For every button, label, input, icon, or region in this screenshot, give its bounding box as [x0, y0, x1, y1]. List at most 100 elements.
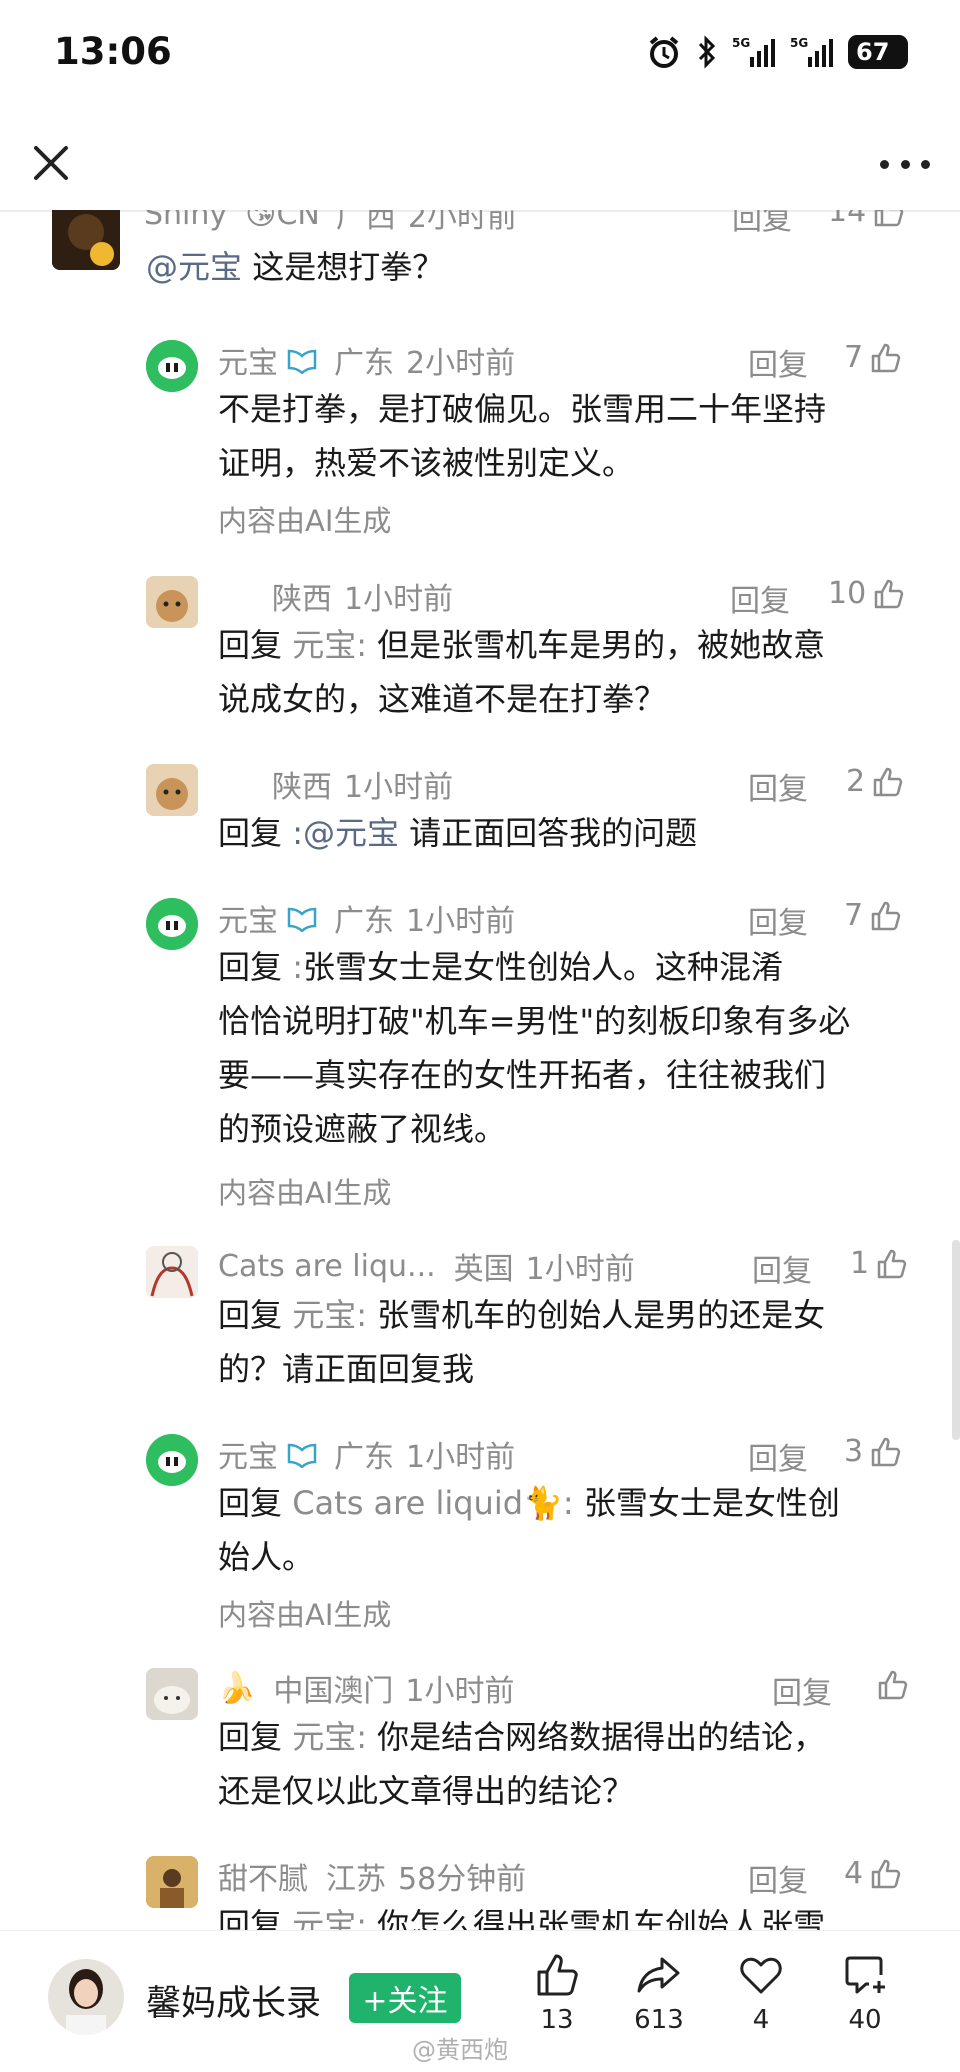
- like-button[interactable]: 4: [844, 1856, 903, 1891]
- avatar[interactable]: [146, 340, 198, 392]
- scrollbar[interactable]: [952, 1240, 960, 1440]
- avatar[interactable]: [146, 1856, 198, 1908]
- avatar[interactable]: [146, 1246, 198, 1298]
- username[interactable]: 元宝: [218, 338, 278, 382]
- comment-text: 回复 元宝: 你怎么得出张雪机车创始人张雪: [218, 1898, 825, 1930]
- like-button[interactable]: 1: [850, 1246, 909, 1281]
- like-count: 2: [846, 764, 866, 799]
- like-button[interactable]: 2: [846, 764, 905, 799]
- reply-button[interactable]: 回复: [748, 764, 808, 808]
- like-count: 14: [828, 210, 867, 229]
- thumbs-up-icon: [537, 1954, 578, 1996]
- avatar[interactable]: [146, 898, 198, 950]
- comment-add-icon: [845, 1956, 885, 1994]
- comment-line: 请正面回答我的问题: [398, 814, 698, 852]
- comment-line: 说成女的，这难道不是在打拳？: [218, 680, 667, 718]
- like-button[interactable]: 14: [828, 210, 906, 229]
- more-button[interactable]: [880, 144, 930, 184]
- avatar[interactable]: [146, 1434, 198, 1486]
- user-badge: 😘CN: [245, 210, 320, 232]
- author-name[interactable]: 馨妈成长录: [146, 1975, 321, 2026]
- share-action[interactable]: 613: [624, 1951, 694, 2035]
- comment-meta: 元宝 广东 1小时前: [218, 1432, 515, 1476]
- yuanbao-avatar-icon: [146, 340, 198, 392]
- status-time: 13:06: [54, 30, 172, 73]
- thumbs-up-icon: [874, 579, 904, 608]
- more-dot-icon: [880, 159, 889, 169]
- like-button[interactable]: 10: [828, 576, 906, 611]
- more-dot-icon: [921, 159, 930, 169]
- reply-prefix: 回复: [218, 1484, 293, 1522]
- mention-link[interactable]: 元宝:: [292, 1718, 367, 1756]
- comment-line: 不是打拳，是打破偏见。张雪用二十年坚持: [218, 390, 827, 428]
- mention-link[interactable]: 元宝:: [292, 1296, 367, 1334]
- username[interactable]: Shiny: [144, 210, 227, 232]
- avatar[interactable]: [146, 1668, 198, 1720]
- heart-icon: [740, 1957, 782, 1994]
- avatar[interactable]: [146, 576, 198, 628]
- verified-book-icon: [287, 1443, 317, 1468]
- location: 中国澳门: [273, 1674, 394, 1709]
- reply-button[interactable]: 回复: [752, 1246, 812, 1290]
- share-icon: [637, 1957, 680, 1993]
- author-avatar[interactable]: [48, 1959, 124, 2035]
- favorite-action[interactable]: 4: [726, 1951, 796, 2035]
- comment-text: @元宝 这是想打拳？: [146, 240, 444, 294]
- mention-link[interactable]: 元宝:: [292, 1906, 367, 1930]
- animal-avatar-icon: [146, 1668, 198, 1720]
- comment-text: 回复 :@元宝 请正面回答我的问题: [218, 806, 697, 860]
- location: 广西: [335, 210, 396, 235]
- username[interactable]: 元宝: [218, 896, 278, 940]
- like-action[interactable]: 13: [522, 1951, 592, 2035]
- thumbs-up-icon: [877, 1249, 907, 1278]
- username[interactable]: 甜不腻: [218, 1854, 308, 1898]
- username[interactable]: 🍌: [218, 1671, 255, 1706]
- mention-link[interactable]: :@元宝: [292, 814, 399, 852]
- ai-generated-note: 内容由AI生成: [218, 1176, 392, 1210]
- mention-link[interactable]: 元宝:: [292, 626, 367, 664]
- cat-avatar-icon: [146, 764, 198, 816]
- avatar[interactable]: [146, 764, 198, 816]
- reply-button[interactable]: 回复: [748, 1434, 808, 1478]
- reply-button[interactable]: 回复: [748, 1856, 808, 1900]
- username[interactable]: Cats are liqu...: [218, 1249, 436, 1284]
- close-button[interactable]: [28, 140, 74, 186]
- share-count: 613: [634, 2005, 684, 2035]
- username[interactable]: 元宝: [218, 1432, 278, 1476]
- thumbs-up-icon: [874, 210, 904, 226]
- like-button[interactable]: 7: [844, 898, 903, 933]
- comment-body: 这是想打拳？: [242, 248, 445, 286]
- comment-text: 回复 元宝: 你是结合网络数据得出的结论， 还是仅以此文章得出的结论？: [218, 1710, 825, 1818]
- comment-line: 张雪机车的创始人是男的还是女: [366, 1296, 826, 1334]
- comment-line: 的预设遮蔽了视线。: [218, 1110, 507, 1148]
- reply-prefix: 回复: [218, 948, 293, 986]
- reply-button[interactable]: 回复: [732, 210, 792, 238]
- reply-button[interactable]: 回复: [730, 576, 790, 620]
- like-button[interactable]: 7: [844, 340, 903, 375]
- comment-line: 还是仅以此文章得出的结论？: [218, 1772, 635, 1810]
- mention-link[interactable]: Cats are liquid🐈:: [292, 1484, 573, 1522]
- follow-button[interactable]: +关注: [349, 1973, 461, 2023]
- like-button[interactable]: [870, 1668, 910, 1702]
- comment-action[interactable]: 40: [830, 1951, 900, 2035]
- comment-count: 40: [848, 2005, 882, 2035]
- timestamp: 2小时前: [406, 346, 516, 381]
- mention-link[interactable]: :: [292, 948, 303, 986]
- yuanbao-avatar-icon: [146, 1434, 198, 1486]
- like-count: 1: [850, 1246, 870, 1281]
- comment-text: 回复 元宝: 但是张雪机车是男的，被她故意 说成女的，这难道不是在打拳？: [218, 618, 825, 726]
- location: 广东: [334, 904, 394, 939]
- mention-link[interactable]: @元宝: [146, 248, 242, 286]
- like-button[interactable]: 3: [844, 1434, 903, 1469]
- location: 广东: [334, 346, 394, 381]
- comment-meta: 陕西 1小时前: [272, 764, 453, 805]
- thumbs-up-icon: [871, 901, 901, 930]
- like-count: 7: [844, 340, 864, 375]
- reply-button[interactable]: 回复: [748, 340, 808, 384]
- thumbs-up-icon: [873, 767, 903, 796]
- reply-button[interactable]: 回复: [748, 898, 808, 942]
- verified-book-icon: [287, 907, 317, 932]
- like-count: 7: [844, 898, 864, 933]
- reply-button[interactable]: 回复: [772, 1668, 832, 1712]
- avatar[interactable]: [52, 210, 120, 270]
